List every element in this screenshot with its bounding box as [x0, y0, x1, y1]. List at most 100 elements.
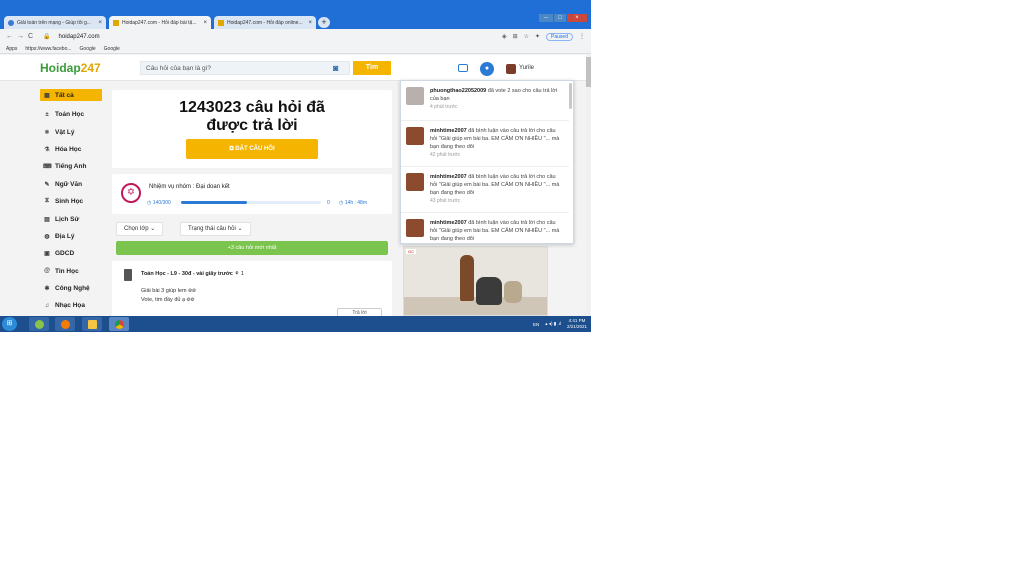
- ask-question-button[interactable]: ⧉ ĐẶT CÂU HỎI: [186, 139, 318, 159]
- taskbar-explorer[interactable]: [82, 317, 102, 331]
- folder-icon: [87, 319, 97, 329]
- clock[interactable]: 4:41 PM 2/21/2021: [567, 318, 587, 330]
- subject-sidebar: ▦ Tất cả ± Toán Học ⚛ Vật Lý ⚗ Hóa Học ⌨ Tiến…: [40, 89, 102, 315]
- search-button[interactable]: Tìm: [353, 61, 391, 75]
- user-avatar[interactable]: [506, 64, 516, 74]
- sidebar-item-tat-ca[interactable]: ▦ Tất cả: [40, 89, 102, 101]
- bell-icon[interactable]: ●: [480, 62, 494, 76]
- camera-icon[interactable]: ◙: [333, 63, 345, 73]
- mission-zero: 0: [327, 200, 330, 206]
- sidebar-item-ngu-van[interactable]: ✎ Ngữ Văn: [40, 176, 102, 193]
- sidebar-item-dia-ly[interactable]: ◍ Địa Lý: [40, 228, 102, 245]
- start-button[interactable]: ⊞: [2, 317, 17, 331]
- taskbar-app-1[interactable]: [29, 317, 49, 331]
- new-questions-bar[interactable]: +3 câu hỏi mới nhất: [116, 241, 388, 255]
- sidebar-item-lich-su[interactable]: ▤ Lịch Sử: [40, 210, 102, 227]
- sidebar-item-vat-ly[interactable]: ⚛ Vật Lý: [40, 123, 102, 140]
- sidebar-item-tin-hoc[interactable]: @ Tin Học: [40, 263, 102, 280]
- book-icon: ▤: [44, 216, 50, 223]
- sidebar-item-cong-nghe[interactable]: ✱ Công Nghệ: [40, 280, 102, 297]
- keyboard-icon: ⌨: [43, 164, 52, 171]
- pen-icon: ✎: [44, 181, 50, 188]
- sidebar-item-tieng-anh[interactable]: ⌨ Tiếng Anh: [40, 158, 102, 175]
- chevron-down-icon: ⌄: [237, 226, 243, 232]
- close-icon[interactable]: ×: [203, 20, 207, 26]
- cloud-icon: [8, 19, 14, 26]
- maximize-button[interactable]: □: [554, 14, 566, 22]
- tray-icons[interactable]: ▴ ◂) ▮ .ıl: [545, 321, 561, 327]
- screenshot: Giải toán trên mạng - Giúp tôi g... × Ho…: [0, 0, 591, 332]
- answered-count-card: 1243023 câu hỏi đã được trả lời ⧉ ĐẶT CÂ…: [112, 90, 392, 168]
- question-text-line-1: Giải bài 3 giúp lem ᪤᪤: [141, 288, 197, 294]
- url-input[interactable]: hoidap247.com: [59, 34, 100, 40]
- music-icon: ♫: [44, 302, 50, 309]
- notification-item[interactable]: minhtime2007 đã bình luận vào câu trả lờ…: [401, 167, 569, 213]
- hoidap-favicon-icon: [113, 19, 119, 26]
- close-icon[interactable]: ×: [98, 20, 102, 26]
- grid-icon: ▦: [44, 92, 50, 99]
- app-icon: [34, 319, 44, 329]
- ad-person: [460, 255, 474, 301]
- star-icon[interactable]: ☆: [524, 33, 529, 40]
- at-icon: @: [44, 268, 50, 275]
- new-tab-button[interactable]: +: [318, 17, 330, 28]
- profile-button[interactable]: Paused: [546, 32, 573, 41]
- tab-hoidap-1[interactable]: Hoidap247.com - Hỏi đáp bài tậ... ×: [109, 16, 211, 29]
- notifications-scrollbar[interactable]: [569, 83, 572, 109]
- menu-dots-icon[interactable]: ⋮: [579, 33, 585, 40]
- bookmark-facebook[interactable]: https://www.facebo...: [25, 46, 71, 52]
- star-of-david-icon: ✡: [121, 183, 141, 203]
- user-name[interactable]: Yurile: [519, 65, 534, 71]
- chrome-icon: [114, 319, 124, 329]
- mission-time: ◷ 14h : 48m: [339, 200, 368, 206]
- media-icon: [60, 319, 70, 329]
- search-input[interactable]: Câu hỏi của bạn là gì?: [140, 61, 350, 75]
- notification-item[interactable]: minhtime2007 đã bình luận vào câu trả lờ…: [401, 121, 569, 167]
- notification-avatar: [406, 87, 424, 105]
- language-indicator[interactable]: EN: [533, 322, 539, 327]
- class-select[interactable]: Chọn lớp ⌄: [116, 222, 164, 236]
- nav-buttons[interactable]: ←→C: [6, 33, 37, 40]
- extension-icon[interactable]: ◈: [502, 33, 507, 40]
- sidebar-item-hoa-hoc[interactable]: ⚗ Hóa Học: [40, 141, 102, 158]
- site-logo[interactable]: Hoidap247: [40, 61, 101, 75]
- tab-giai-toan[interactable]: Giải toán trên mạng - Giúp tôi g... ×: [4, 16, 106, 29]
- scrollbar-thumb[interactable]: [586, 57, 591, 87]
- page-scrollbar[interactable]: [586, 55, 591, 315]
- notification-avatar: [406, 127, 424, 145]
- hoidap-favicon-icon: [218, 19, 224, 26]
- sidebar-item-sinh-hoc[interactable]: ⧖ Sinh Học: [40, 193, 102, 210]
- math-icon: ±: [45, 111, 49, 118]
- group-mission-card: ✡ Nhiệm vụ nhóm : Đại doan kết ◷ 140/300…: [112, 174, 392, 214]
- puzzle-icon[interactable]: ✦: [535, 33, 540, 40]
- notification-avatar: [406, 173, 424, 191]
- notification-item[interactable]: phuongthao22052009 đã vote 2 sao cho câu…: [401, 81, 569, 121]
- sidebar-item-gdcd[interactable]: ▣ GDCD: [40, 245, 102, 262]
- mission-title: Nhiệm vụ nhóm : Đại doan kết: [149, 184, 230, 190]
- bookmark-apps[interactable]: Apps: [6, 46, 17, 52]
- notification-item[interactable]: minhtime2007 đã bình luận vào câu trả lờ…: [401, 213, 569, 243]
- minimize-button[interactable]: –: [539, 14, 553, 22]
- tab-hoidap-2[interactable]: Hoidap247.com - Hỏi đáp online... ×: [214, 16, 316, 29]
- mission-count: ◷ 140/300: [147, 200, 171, 206]
- chevron-down-icon: ⌄: [150, 226, 156, 232]
- taskbar-media-player[interactable]: [55, 317, 75, 331]
- bookmark-google-2[interactable]: Google: [104, 46, 120, 52]
- close-icon[interactable]: ×: [308, 20, 312, 26]
- status-select[interactable]: Trạng thái câu hỏi ⌄: [180, 222, 251, 236]
- ad-massage-chair-2: [504, 281, 522, 303]
- lock-icon: 🔒: [43, 34, 51, 40]
- ad-massage-chair: [476, 277, 502, 305]
- notification-avatar: [406, 219, 424, 237]
- taskbar-chrome[interactable]: [109, 317, 129, 331]
- mission-progress-fill: [181, 201, 247, 204]
- sidebar-item-nhac-hoa[interactable]: ♫ Nhạc Họa: [40, 297, 102, 314]
- chat-icon[interactable]: [458, 64, 468, 72]
- bookmark-google-1[interactable]: Google: [80, 46, 96, 52]
- mission-progress-bar: [181, 201, 321, 204]
- sidebar-item-toan-hoc[interactable]: ± Toán Học: [40, 106, 102, 123]
- close-window-button[interactable]: ×: [567, 14, 587, 22]
- advertisement-image[interactable]: GC: [403, 246, 548, 316]
- translate-icon[interactable]: ⊞: [513, 33, 518, 40]
- system-tray: EN ▴ ◂) ▮ .ıl 4:41 PM 2/21/2021: [533, 318, 587, 330]
